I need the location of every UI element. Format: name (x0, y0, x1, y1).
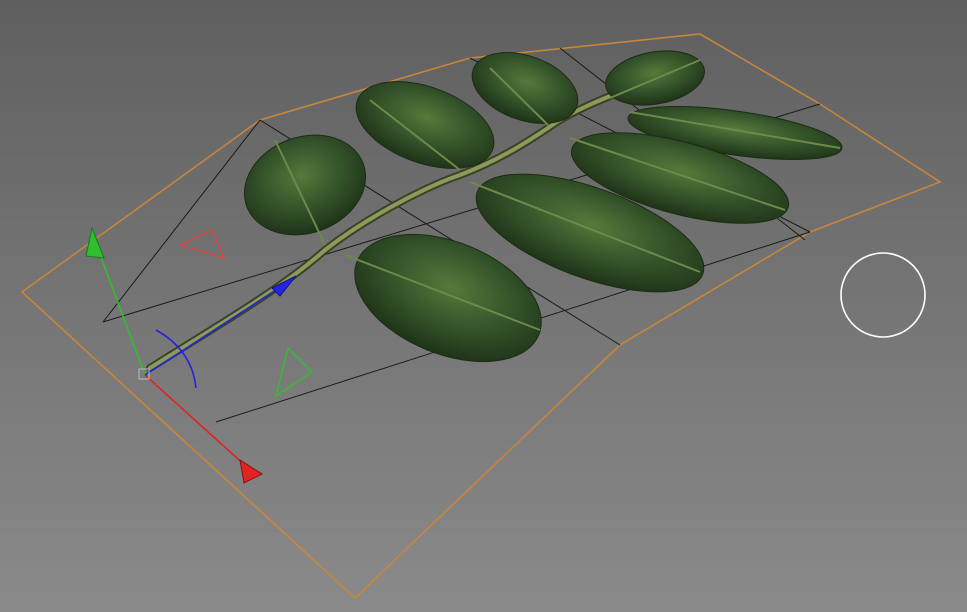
x-rotate-handle-icon[interactable] (178, 229, 226, 260)
y-axis-arrow-icon[interactable] (85, 226, 105, 259)
selection-circle-icon (840, 252, 926, 338)
x-axis-arrow-icon[interactable] (239, 458, 264, 484)
x-axis-line (144, 374, 249, 469)
y-rotate-handle-icon[interactable] (274, 346, 314, 398)
transform-gizmo[interactable] (85, 226, 314, 484)
3d-viewport[interactable] (0, 0, 967, 612)
leaf-branch-model[interactable] (146, 39, 845, 387)
z-axis-line (144, 285, 283, 376)
viewport-scene (20, 33, 942, 600)
y-axis-line (95, 243, 146, 376)
